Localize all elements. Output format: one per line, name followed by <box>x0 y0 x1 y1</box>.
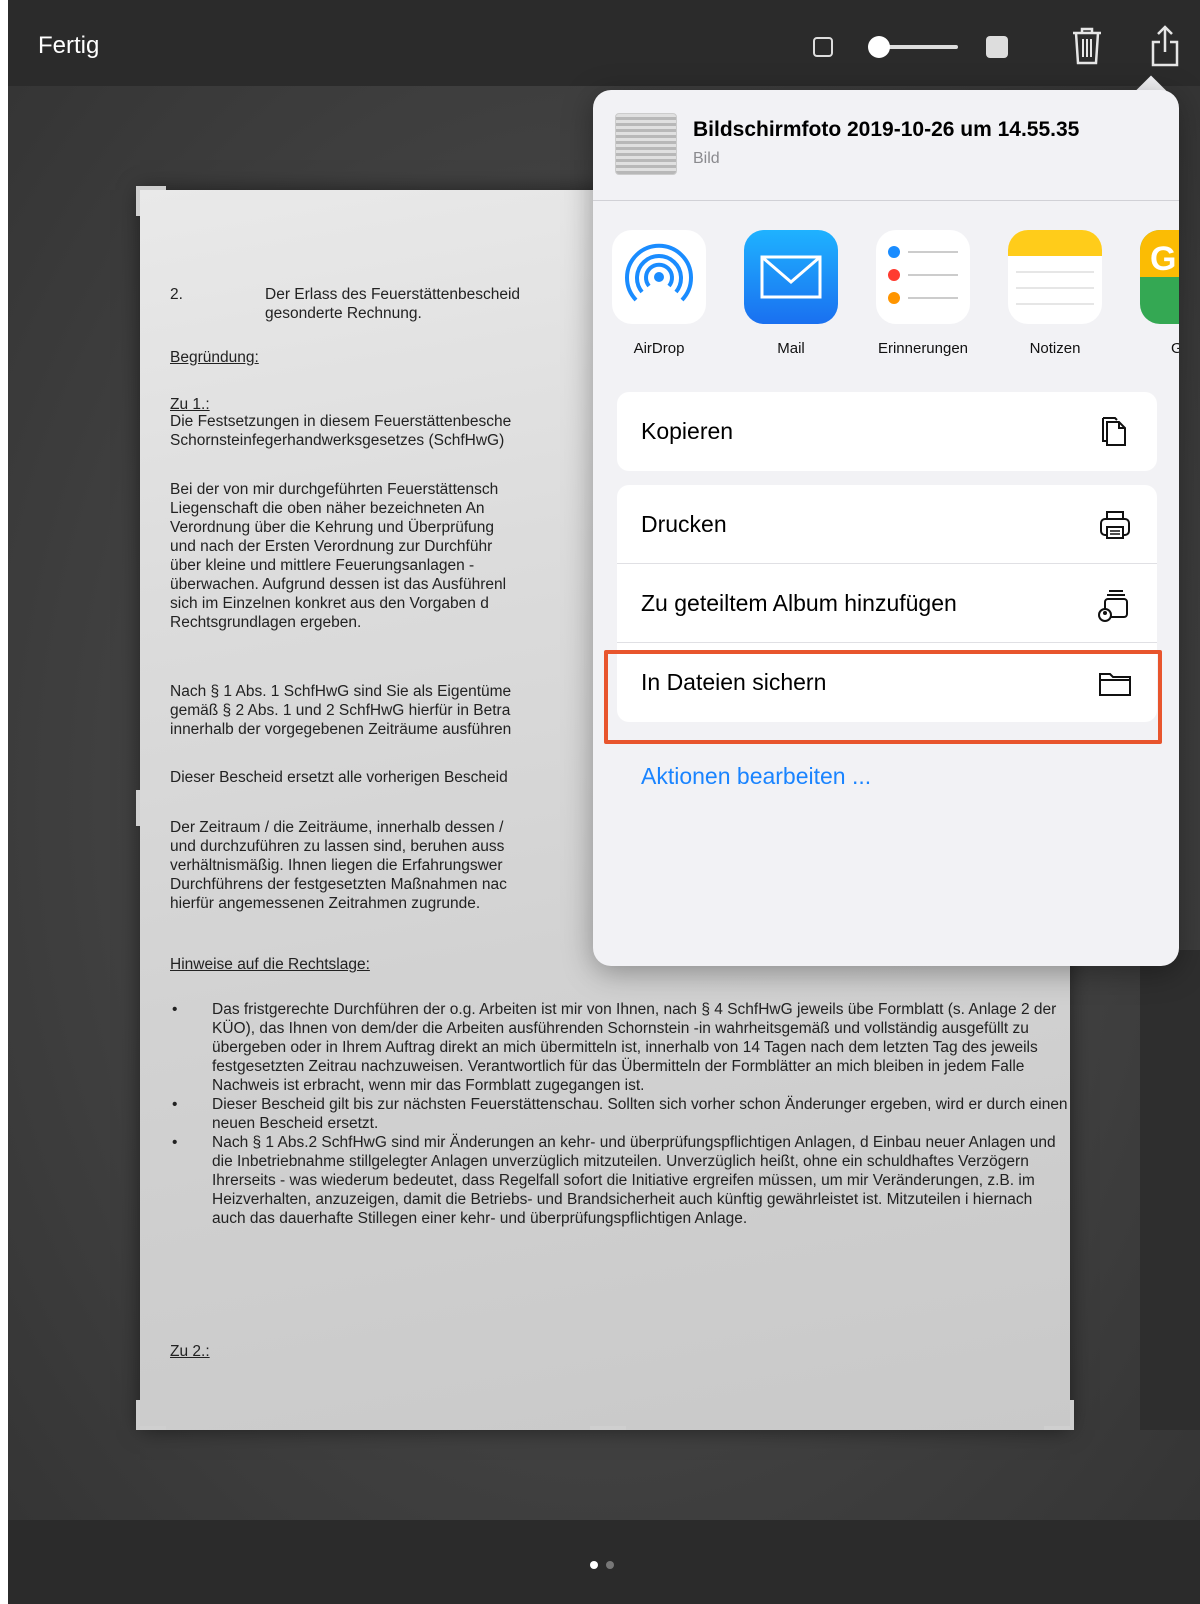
copy-icon <box>1102 417 1126 446</box>
print-icon <box>1100 511 1130 539</box>
trash-icon[interactable] <box>1070 26 1104 66</box>
action-label: Drucken <box>641 511 727 537</box>
app-row: AirDrop Mail Erinnerungen Notizen G G <box>593 230 1179 380</box>
small-square-icon[interactable] <box>813 37 833 57</box>
item-2-text: Der Erlass des Feuerstättenbescheid <box>265 286 521 303</box>
list-item: • Nach § 1 Abs.2 SchfHwG sind mir Änderun… <box>170 1133 1070 1228</box>
large-square-icon[interactable] <box>986 36 1008 58</box>
list-item-text: Das fristgerechte Durchführen der o.g. A… <box>212 1001 1057 1094</box>
action-add-shared-album[interactable]: Zu geteiltem Album hinzufügen <box>617 564 1157 643</box>
item-2-number: 2. <box>170 286 183 303</box>
action-label: Kopieren <box>641 418 734 444</box>
crop-handle-top-left[interactable] <box>136 186 166 190</box>
crop-handle-bottom-left[interactable] <box>136 1400 140 1430</box>
svg-text:G: G <box>1150 240 1176 278</box>
actions-group-1: Kopieren <box>617 392 1157 471</box>
crop-handle-bottom[interactable] <box>590 1426 626 1430</box>
crop-handle-left[interactable] <box>136 790 140 826</box>
app-label: Erinnerungen <box>877 340 969 357</box>
mail-icon <box>744 230 838 324</box>
app-label: Notizen <box>1029 340 1081 357</box>
file-type: Bild <box>693 150 720 167</box>
top-toolbar: Fertig <box>8 0 1200 86</box>
edit-actions-link[interactable]: Aktionen bearbeiten ... <box>641 763 871 790</box>
page-indicator-dot-active[interactable] <box>590 1561 598 1569</box>
crop-handle-bottom-left[interactable] <box>136 1426 166 1430</box>
action-copy[interactable]: Kopieren <box>617 392 1157 471</box>
google-maps-icon: G <box>1140 230 1179 324</box>
file-title: Bildschirmfoto 2019-10-26 um 14.55.35 <box>693 118 1080 141</box>
highlight-box <box>604 650 1162 744</box>
action-print[interactable]: Drucken <box>617 485 1157 564</box>
crop-handle-bottom-right[interactable] <box>1070 1400 1074 1430</box>
list-item-text: Dieser Bescheid gilt bis zur nächsten Fe… <box>212 1096 1068 1132</box>
crop-handle-top-left[interactable] <box>136 186 140 216</box>
share-sheet-header: Bildschirmfoto 2019-10-26 um 14.55.35 Bi… <box>593 90 1179 200</box>
screen-edge <box>0 0 8 1604</box>
zoom-slider-knob[interactable] <box>868 36 890 58</box>
reminders-icon <box>876 230 970 324</box>
app-label: Goo <box>1171 340 1179 357</box>
list-item: • Dieser Bescheid gilt bis zur nächsten F… <box>170 1095 1070 1133</box>
background-panel <box>1140 950 1200 1430</box>
list-item-text: Nach § 1 Abs.2 SchfHwG sind mir Änderung… <box>212 1134 1056 1227</box>
hinweise-list: • Das fristgerechte Durchführen der o.g. … <box>170 1000 1070 1228</box>
done-button[interactable]: Fertig <box>38 32 99 60</box>
app-label: AirDrop <box>633 340 685 357</box>
share-sheet: Bildschirmfoto 2019-10-26 um 14.55.35 Bi… <box>593 90 1179 966</box>
shared-album-icon <box>1098 590 1128 622</box>
zu2-heading: Zu 2.: <box>170 1343 210 1360</box>
list-item: • Das fristgerechte Durchführen der o.g. … <box>170 1000 1070 1095</box>
header-divider <box>593 200 1179 201</box>
airdrop-icon <box>612 230 706 324</box>
share-icon[interactable] <box>1150 24 1180 68</box>
file-thumbnail <box>615 113 677 175</box>
notes-icon <box>1008 230 1102 324</box>
app-label: Mail <box>777 340 805 357</box>
page-indicator-dot[interactable] <box>606 1561 614 1569</box>
action-label: Zu geteiltem Album hinzufügen <box>641 590 957 616</box>
bottom-toolbar <box>8 1520 1200 1604</box>
